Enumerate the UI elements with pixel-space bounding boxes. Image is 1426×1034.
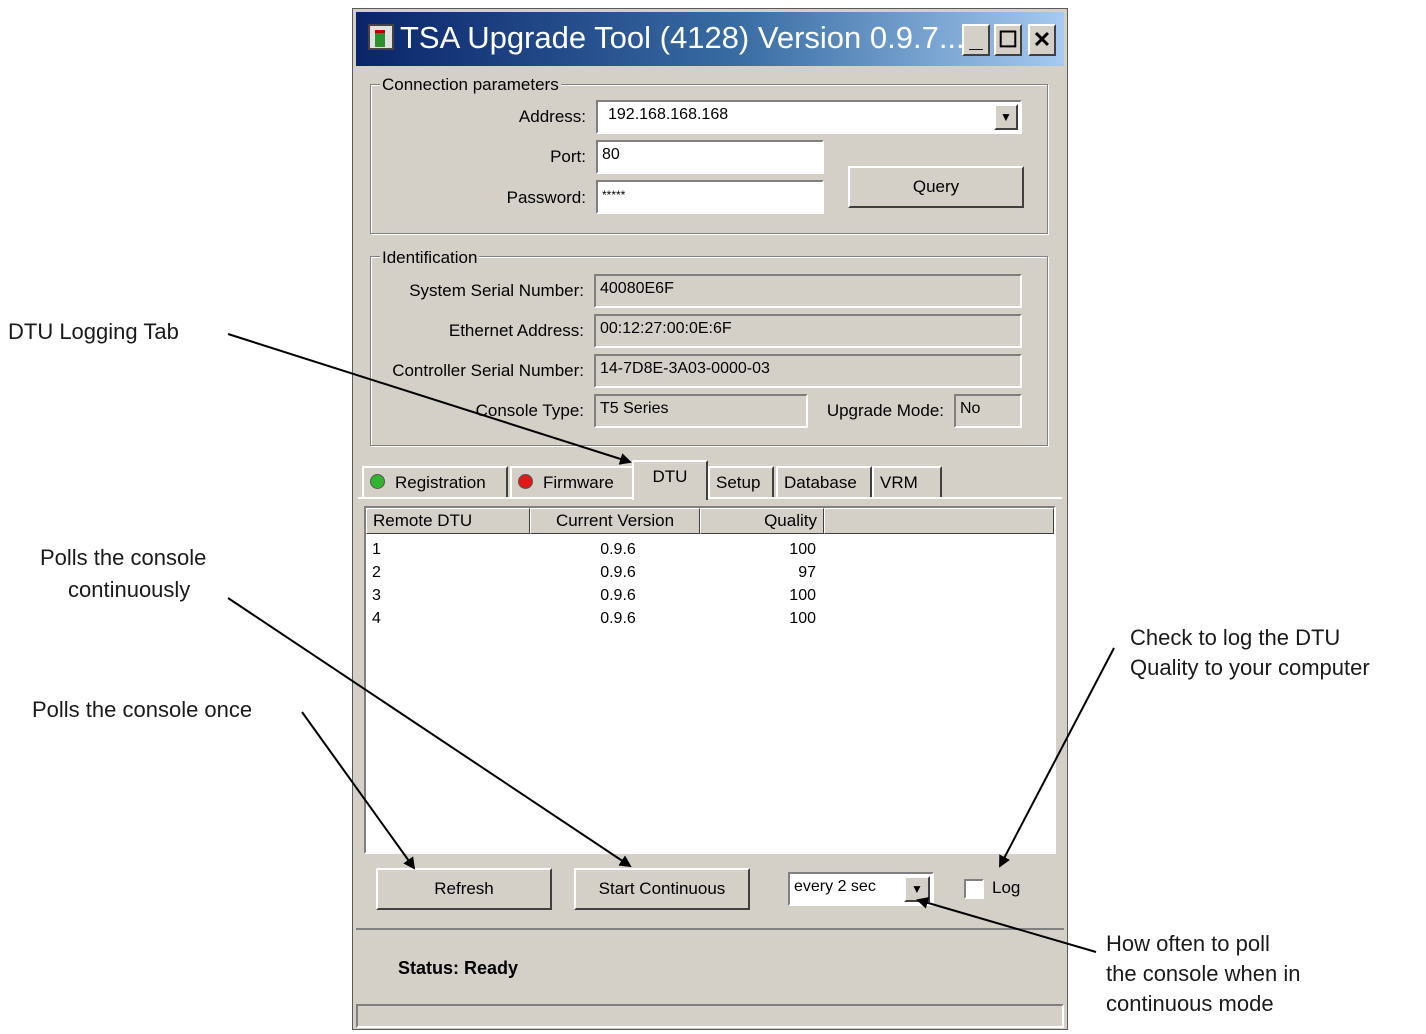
column-header-quality[interactable]: Quality: [700, 508, 824, 534]
table-row[interactable]: 1 0.9.6 100: [372, 538, 822, 561]
start-continuous-button[interactable]: Start Continuous: [574, 868, 750, 910]
annotation-interval-1: How often to poll: [1106, 931, 1270, 956]
annotation-continuous-1: Polls the console: [40, 545, 207, 570]
dtu-rows: 1 0.9.6 100 2 0.9.6 97 3 0.9.6 100 4 0.9…: [372, 538, 822, 630]
password-label: Password:: [506, 188, 586, 207]
table-row[interactable]: 4 0.9.6 100: [372, 607, 822, 630]
upgrade-mode-label: Upgrade Mode:: [826, 401, 944, 420]
status-dot-green-icon: [370, 474, 385, 489]
query-button[interactable]: Query: [848, 166, 1024, 208]
ethernet-address-field: 00:12:27:00:0E:6F: [594, 314, 1022, 348]
log-checkbox[interactable]: [964, 879, 984, 899]
log-label[interactable]: Log: [992, 876, 1020, 900]
minimize-button[interactable]: _: [962, 24, 990, 56]
address-value: 192.168.168.168: [608, 106, 729, 123]
chevron-down-icon: ▼: [911, 882, 923, 896]
address-combo[interactable]: 192.168.168.168: [596, 100, 1022, 134]
tab-registration[interactable]: Registration: [362, 466, 508, 498]
close-button[interactable]: ✕: [1028, 24, 1056, 56]
tab-panel-border: [358, 497, 1062, 499]
annotation-continuous-2: continuously: [68, 577, 191, 602]
password-field[interactable]: *****: [596, 180, 824, 214]
column-header-current-version[interactable]: Current Version: [530, 508, 700, 534]
controller-serial-field: 14-7D8E-3A03-0000-03: [594, 354, 1022, 388]
tab-firmware[interactable]: Firmware: [510, 466, 634, 498]
annotation-log-1: Check to log the DTU: [1130, 625, 1341, 650]
table-row[interactable]: 2 0.9.6 97: [372, 561, 822, 584]
table-row[interactable]: 3 0.9.6 100: [372, 584, 822, 607]
annotation-log-2: Quality to your computer: [1130, 655, 1370, 680]
app-icon: [368, 24, 394, 50]
window-title: TSA Upgrade Tool (4128) Version 0.9.7...: [400, 20, 965, 55]
column-header-empty: [824, 508, 1054, 534]
ethernet-address-label: Ethernet Address:: [448, 321, 584, 340]
tab-database[interactable]: Database: [776, 466, 872, 498]
refresh-button[interactable]: Refresh: [376, 868, 552, 910]
tab-setup[interactable]: Setup: [708, 466, 774, 498]
tab-dtu[interactable]: DTU: [632, 460, 708, 500]
tab-vrm[interactable]: VRM: [872, 466, 942, 498]
identification-group-label: Identification: [380, 248, 480, 268]
annotation-once: Polls the console once: [32, 697, 253, 722]
connection-group-label: Connection parameters: [380, 75, 561, 95]
annotation-interval-3: continuous mode: [1106, 991, 1274, 1016]
address-label: Address:: [518, 107, 586, 126]
controller-serial-label: Controller Serial Number:: [392, 361, 584, 380]
system-serial-label: System Serial Number:: [409, 281, 584, 300]
chevron-down-icon: ▼: [1000, 110, 1012, 124]
system-serial-field: 40080E6F: [594, 274, 1022, 308]
column-header-remote-dtu[interactable]: Remote DTU: [366, 508, 530, 534]
maximize-button[interactable]: ☐: [994, 24, 1022, 56]
status-dot-red-icon: [518, 474, 533, 489]
annotation-interval-2: the console when in: [1106, 961, 1301, 986]
status-separator: [356, 928, 1064, 930]
annotation-dtu-tab: DTU Logging Tab: [8, 319, 179, 344]
console-type-label: Console Type:: [475, 401, 584, 420]
interval-dropdown-button[interactable]: ▼: [904, 876, 930, 902]
console-type-field: T5 Series: [594, 394, 808, 428]
port-label: Port:: [550, 147, 586, 166]
interval-value: every 2 sec: [794, 878, 876, 895]
status-text: Status: Ready: [398, 958, 519, 978]
status-bar: [356, 1004, 1064, 1028]
address-dropdown-button[interactable]: ▼: [994, 104, 1018, 130]
upgrade-mode-field: No: [954, 394, 1022, 428]
port-field[interactable]: 80: [596, 140, 824, 174]
